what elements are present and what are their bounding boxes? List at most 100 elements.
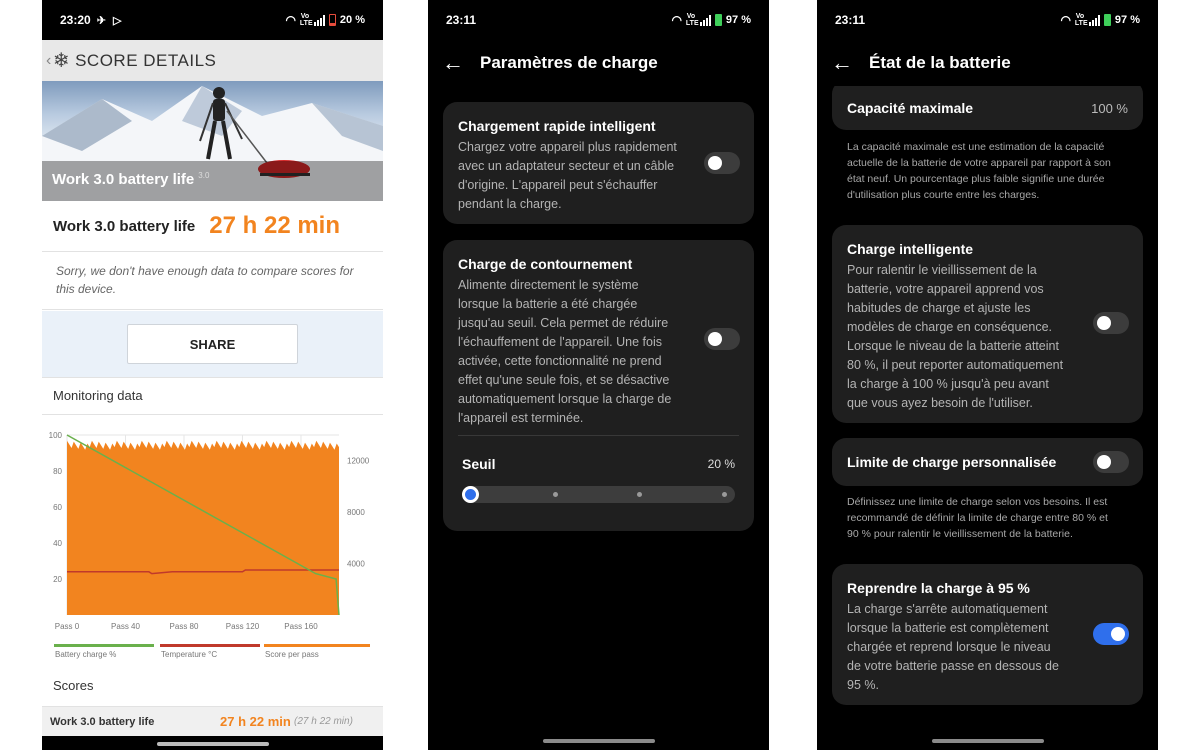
wifi-icon: ◠ [285,13,296,27]
desc-line: habitudes de charge et ajuste les [847,301,1031,315]
resume-charge-card[interactable]: Reprendre la charge à 95 % La charge s'a… [832,564,1143,705]
legend-label: Score per pass [265,650,319,659]
toggle-knob [1097,316,1111,330]
slider-step [722,492,727,497]
y-right-tick-label: 8000 [347,508,365,517]
bypass-charge-toggle[interactable] [704,328,740,350]
note-line: Définissez une limite de charge selon vo… [847,496,1108,508]
status-battery: 97 % [725,14,751,26]
gesture-handle[interactable] [156,742,269,746]
back-chevron-icon[interactable]: ‹ [46,52,52,70]
notification-icons: ✈ ▷ [96,14,124,27]
smart-charge-card[interactable]: Charge intelligente Pour ralentir le vie… [832,225,1143,423]
desc-line: lorsque la batterie a été chargée [458,297,638,311]
hero-title: Work 3.0 battery life 3.0 [42,161,383,201]
smart-charge-title: Charge intelligente [847,241,974,257]
threshold-slider[interactable] [462,486,735,503]
desc-line: 95 %. [847,678,879,692]
top-app-bar: ← État de la batterie [817,40,1158,86]
note-line: actuelle de la batterie de votre apparei… [847,157,1111,169]
desc-line: Chargez votre appareil plus rapidement [458,140,677,154]
result-label: Work 3.0 battery life [53,217,196,235]
fast-charge-title: Chargement rapide intelligent [458,118,656,134]
fast-charge-card[interactable]: Chargement rapide intelligent Chargez vo… [443,102,754,224]
toggle-knob [708,156,722,170]
bypass-charge-desc: Alimente directement le système lorsque … [458,276,671,428]
score-per-pass-area [67,440,339,615]
y-left-tick-label: 40 [53,539,62,548]
slider-step [637,492,642,497]
status-right: ◠ Vo LTE 97 % [1060,13,1140,27]
desc-line: 80 %, il peut reporter automatiquement [847,358,1064,372]
hero-image: Work 3.0 battery life 3.0 [42,81,383,201]
status-battery: 97 % [1114,14,1140,26]
legend-swatch [54,644,154,647]
desc-line: automatiquement lorsque la charge de [458,392,672,406]
monitoring-chart: 100 80 60 40 20 12000 8000 4000 Pass 0 Pass 40 Pas… [42,415,383,672]
note-line: 90 % pour ralentir le vieillissement de … [847,528,1073,540]
slider-thumb[interactable] [462,486,479,503]
smart-charge-toggle[interactable] [1093,312,1129,334]
back-arrow-icon[interactable]: ← [831,50,869,76]
volte-icon: Vo LTE [299,13,313,27]
toggle-knob [708,332,722,346]
charge-limit-card[interactable]: Limite de charge personnalisée [832,438,1143,486]
note-line: La capacité maximale est une estimation … [847,141,1105,153]
score-row-label: Work 3.0 battery life [50,715,155,728]
page-title: SCORE DETAILS [75,50,217,70]
monitoring-chart-svg: 100 80 60 40 20 12000 8000 4000 Pass 0 Pass 40 Pas… [49,431,370,659]
screenshot-battery-state: 23:11 ◠ Vo LTE 97 % ← État de la batterie… [817,0,1158,750]
screenshot-3dmark-score-details: 23:20 ✈ ▷ ◠ Vo LTE 20 % ‹ ❄ SCORE DETAILS [42,0,383,750]
score-row: Work 3.0 battery life 27 h 22 min (27 h … [42,706,383,736]
battery-icon [328,14,336,26]
max-capacity-value: 100 % [1091,101,1128,116]
desc-line: pendant la charge. [458,197,562,211]
desc-line: Pour ralentir le vieillissement de la [847,263,1037,277]
status-time: 23:11 [835,13,866,27]
charge-limit-toggle[interactable] [1093,451,1129,473]
score-row-value: 27 h 22 min [220,714,291,729]
y-right-tick-label: 4000 [347,560,365,569]
y-left-tick-label: 80 [53,467,62,476]
smart-charge-desc: Pour ralentir le vieillissement de la ba… [847,261,1063,413]
legend-swatch [264,644,370,647]
share-button[interactable]: SHARE [127,324,298,364]
status-bar: 23:20 ✈ ▷ ◠ Vo LTE 20 % [42,0,383,40]
back-arrow-icon[interactable]: ← [442,50,480,76]
battery-charging-icon [714,14,722,26]
note-line: recommandé de définir la limite de charg… [847,512,1108,524]
volte-icon: Vo LTE [685,13,699,27]
fast-charge-toggle[interactable] [704,152,740,174]
legend-label: Battery charge % [55,650,116,659]
result-value: 27 h 22 min [209,212,341,239]
fast-charge-desc: Chargez votre appareil plus rapidement a… [458,138,677,214]
gesture-handle[interactable] [542,739,655,743]
x-tick-label: Pass 40 [111,622,140,631]
page-title: État de la batterie [869,53,1011,72]
top-app-bar: ← Paramètres de charge [428,40,769,86]
desc-line: l'échauffement de l'appareil. Une fois [458,335,662,349]
status-bar: 23:11 ◠ Vo LTE 97 % [428,0,769,40]
signal-icon [313,14,325,26]
note-line: d'utilisation plus courte entre les char… [847,189,1040,201]
share-section: SHARE [42,311,383,377]
desc-line: avec un adaptateur secteur et un câble [458,159,675,173]
result-row: Work 3.0 battery life 27 h 22 min [42,201,383,252]
desc-line: batterie, votre appareil apprend vos [847,282,1044,296]
desc-line: effet qu'une seule fois, et se désactive [458,373,670,387]
status-bar: 23:11 ◠ Vo LTE 97 % [817,0,1158,40]
status-time: 23:20 [60,13,91,27]
snowflake-logo-icon: ❄ [52,50,71,72]
toggle-knob [1097,455,1111,469]
y-right-tick-label: 12000 [347,457,370,466]
desc-line: d'origine. L'appareil peut s'échauffer [458,178,658,192]
resume-charge-toggle[interactable] [1093,623,1129,645]
x-tick-label: Pass 120 [226,622,260,631]
gesture-handle[interactable] [931,739,1044,743]
max-capacity-card[interactable]: Capacité maximale 100 % [832,80,1143,130]
navigation-bar [42,736,383,750]
resume-charge-desc: La charge s'arrête automatiquement lorsq… [847,600,1059,695]
resume-charge-title: Reprendre la charge à 95 % [847,580,1030,596]
desc-line: lorsque la batterie est complètement [847,621,1049,635]
score-row-sub: (27 h 22 min) [294,716,353,727]
